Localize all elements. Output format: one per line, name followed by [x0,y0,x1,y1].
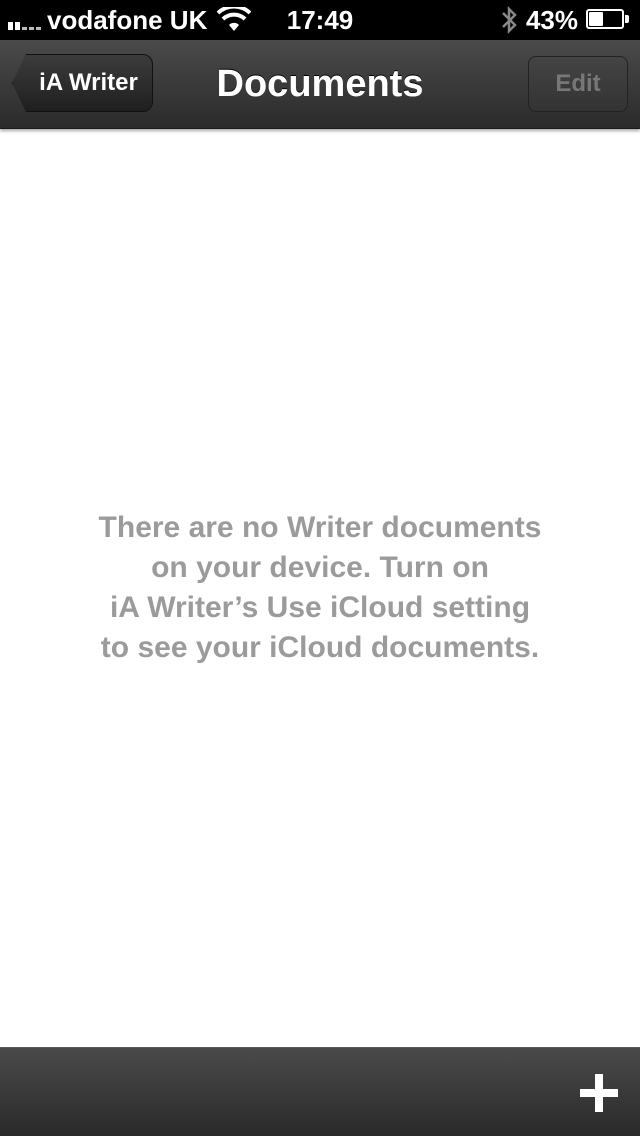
empty-state-line: iA Writer’s Use iCloud setting [109,591,531,624]
empty-state-line: to see your iCloud documents. [100,631,540,664]
battery-icon [586,9,632,31]
status-bar: vodafone UK 17:49 43% [0,0,640,40]
status-right: 43% [500,4,632,36]
empty-state-message: There are no Writer documents on your de… [40,508,600,668]
plus-icon-stroke [595,1074,603,1112]
page-title: Documents [216,63,424,105]
empty-state-line: There are no Writer documents [98,511,542,544]
bluetooth-icon [502,5,517,35]
add-document-button[interactable] [580,1074,618,1112]
bottom-toolbar [0,1047,640,1136]
battery-percent: 43% [525,4,578,35]
empty-state-line: on your device. Turn on [151,551,489,584]
battery-fill [589,12,603,26]
